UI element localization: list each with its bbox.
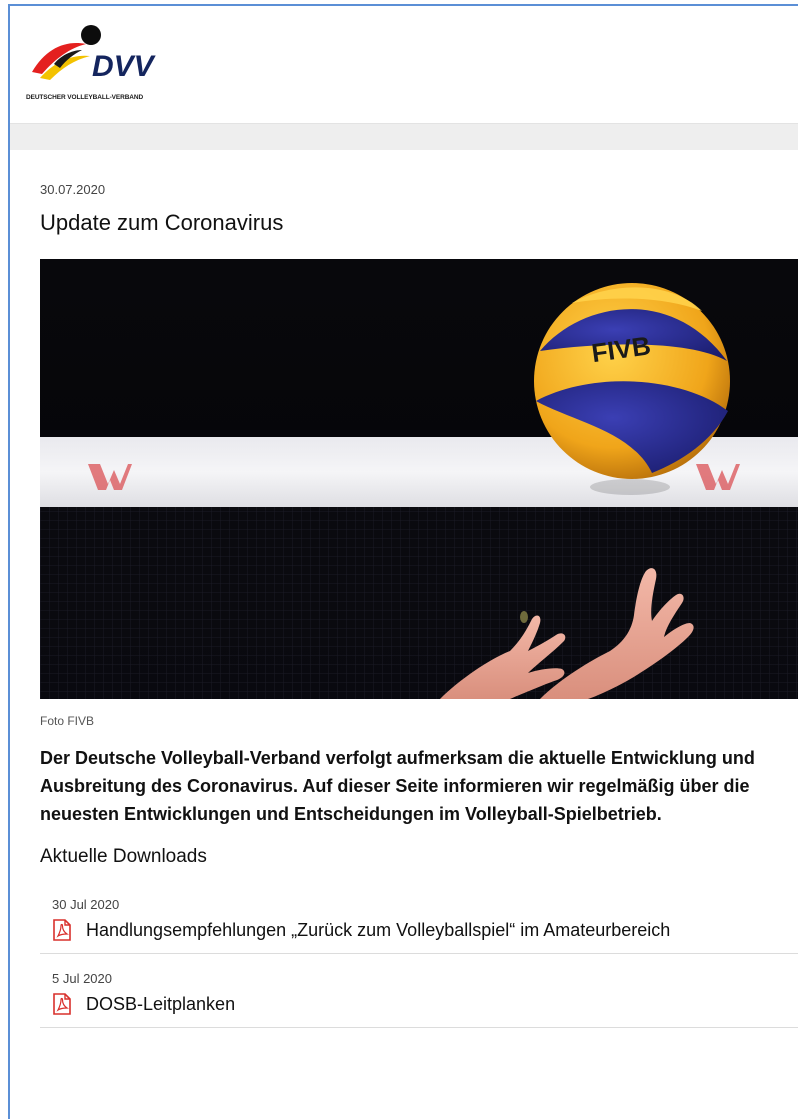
site-header: DVV DEUTSCHER VOLLEYBALL-VERBAND <box>10 6 798 124</box>
download-item: 30 Jul 2020 Handlungsempfehlungen „Zurüc… <box>40 890 798 954</box>
article-hero-image: FIVB <box>40 259 798 699</box>
article-title: Update zum Coronavirus <box>40 210 284 235</box>
download-item: 5 Jul 2020 DOSB-Leitplanken <box>40 954 798 1028</box>
logo-fullname: DEUTSCHER VOLLEYBALL-VERBAND <box>26 94 144 101</box>
browser-frame: DVV DEUTSCHER VOLLEYBALL-VERBAND 30.07.2… <box>8 4 798 1119</box>
dvv-logo-mark: DVV <box>32 25 157 83</box>
dvv-logo[interactable]: DVV DEUTSCHER VOLLEYBALL-VERBAND <box>26 24 176 101</box>
header-separator-band <box>10 124 798 150</box>
downloads-list: 30 Jul 2020 Handlungsempfehlungen „Zurüc… <box>40 890 798 1028</box>
download-link-handlungsempfehlungen[interactable]: Handlungsempfehlungen „Zurück zum Volley… <box>52 917 798 943</box>
download-label: DOSB-Leitplanken <box>86 994 236 1014</box>
article-date: 30.07.2020 <box>40 182 106 197</box>
downloads-heading: Aktuelle Downloads <box>40 846 207 867</box>
download-date: 5 Jul 2020 <box>52 971 112 986</box>
download-label: Handlungsempfehlungen „Zurück zum Volley… <box>86 920 671 940</box>
logo-abbreviation: DVV <box>92 50 157 83</box>
volleyball-photo: FIVB <box>40 259 798 699</box>
pdf-icon <box>53 919 71 941</box>
download-link-dosb-leitplanken[interactable]: DOSB-Leitplanken <box>52 991 798 1017</box>
article-content: 30.07.2020 Update zum Coronavirus FIVB F… <box>18 150 798 1028</box>
pdf-icon <box>53 993 71 1015</box>
volleyball-icon: FIVB <box>534 283 730 479</box>
article-lead: Der Deutsche Volleyball-Verband verfolgt… <box>40 748 755 824</box>
download-date: 30 Jul 2020 <box>52 897 120 912</box>
image-caption: Foto FIVB <box>40 714 95 728</box>
